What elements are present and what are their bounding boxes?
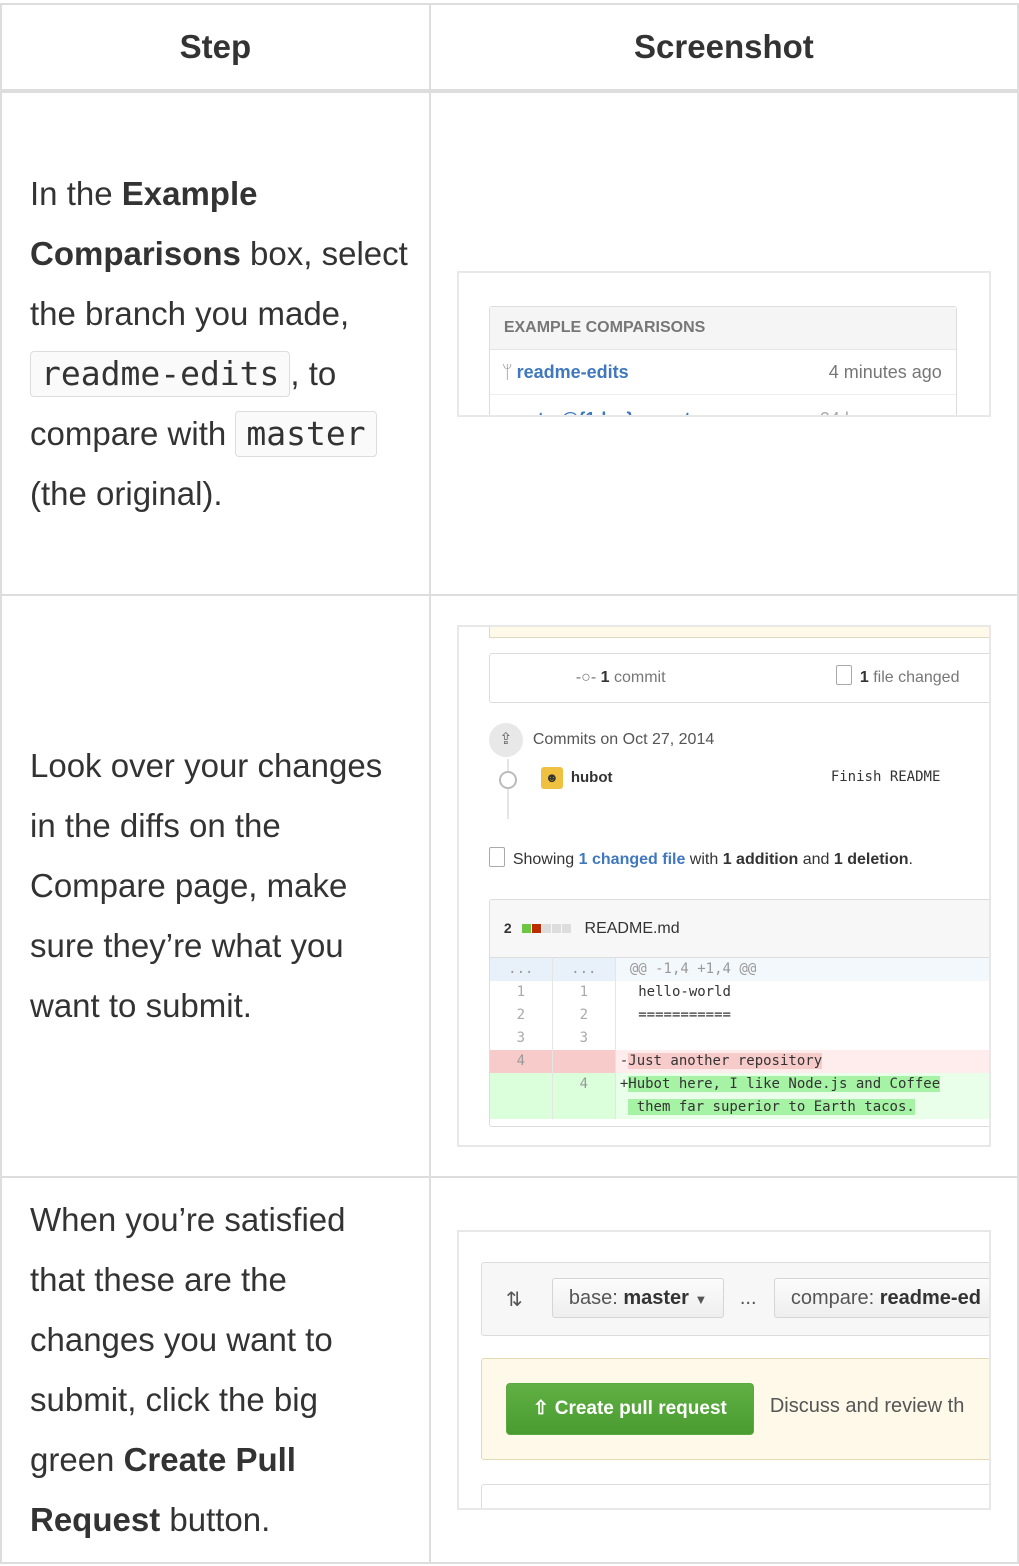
commits-on-heading: ⇪ Commits on Oct 27, 2014 [488, 723, 714, 757]
example-comparisons-header: EXAMPLE COMPARISONS [489, 306, 956, 350]
diff-line: 4 -Just another repository [489, 1050, 989, 1073]
diff-line: 4 +Hubot here, I like Node.js and Coffee [489, 1073, 989, 1096]
pull-request-cta: ⇧ Create pull request Discuss and review … [480, 1358, 989, 1460]
diff-code: @@ -1,4 +1,4 @@ [629, 961, 757, 977]
step-3-text: When you’re satisfied that these are the… [30, 1201, 346, 1538]
step-1-screenshot-cell: EXAMPLE COMPARISONS ᛘ readme-edits 4 minu… [428, 90, 1019, 596]
avatar[interactable]: ☻ [540, 767, 563, 789]
diff-code: -Just another repository [619, 1053, 823, 1069]
comparison-time: 4 minutes ago [828, 361, 942, 382]
comparison-row-readme-edits[interactable]: ᛘ readme-edits 4 minutes ago [489, 350, 956, 395]
pull-request-icon: ⇧ [532, 1398, 549, 1419]
diff-line: ...... @@ -1,4 +1,4 @@ [489, 958, 989, 981]
commit-message[interactable]: Finish README [831, 769, 941, 785]
file-diff-box: 2 README.md ...... @@ -1,4 +1,4 @@ 1 1 hell… [488, 899, 989, 1127]
step-1-cell: In the Example Comparisons box, select t… [0, 90, 431, 596]
comparison-row-master[interactable]: master@{1day}...master 24 hours ago [490, 395, 956, 415]
diff-line: 22 =========== [490, 1004, 989, 1027]
step-1-text: In the Example Comparisons box, select t… [30, 174, 408, 512]
comparison-time-2: 24 hours ago [820, 409, 925, 415]
compare-page-screenshot: -○- 1 commit 1 file changed ⇪ Commits on … [456, 625, 991, 1147]
line-number-new[interactable] [552, 1096, 616, 1119]
line-number-new[interactable] [552, 1050, 616, 1073]
file-icon [488, 847, 505, 867]
line-number-old[interactable] [489, 1073, 553, 1096]
diff-count: 2 [503, 920, 512, 936]
create-pull-request-button[interactable]: ⇧ Create pull request [505, 1383, 754, 1435]
commit-author[interactable]: hubot [571, 769, 613, 786]
diffstat-bar [522, 920, 572, 937]
compare-stats-bar: -○- 1 commit 1 file changed [488, 653, 989, 703]
file-name[interactable]: README.md [585, 920, 680, 937]
comparison-link-master[interactable]: master@{1day}...master [502, 409, 708, 415]
cta-description: Discuss and review th [769, 1395, 965, 1417]
range-editor: ⇅ base: master ▼ ... compare: readme-ed [480, 1262, 989, 1336]
base-branch-select[interactable]: base: master ▼ [551, 1278, 725, 1318]
line-number-new[interactable]: ... [552, 958, 616, 981]
line-number-old[interactable]: 2 [490, 1004, 553, 1027]
diff-line: 11 hello-world [490, 981, 989, 1004]
diff-lines: ...... @@ -1,4 +1,4 @@ 1 1 hello-world 2 2 ==… [489, 958, 989, 1119]
master-code: master [235, 410, 377, 457]
git-commit-icon: ⇪ [488, 723, 523, 757]
commit-dot-icon [498, 771, 517, 789]
diff-line: them far superior to Earth tacos. [489, 1096, 989, 1119]
branch-link[interactable]: readme-edits [517, 362, 629, 382]
commit-count-label: commit [613, 669, 666, 686]
step-2-cell: Look over your changes in the diffs on t… [0, 594, 431, 1178]
line-number-old[interactable]: 1 [490, 981, 553, 1004]
next-section-box [480, 1484, 989, 1508]
line-number-old[interactable]: 3 [490, 1027, 553, 1050]
range-dots: ... [739, 1287, 757, 1309]
files-changed-label: file changed [873, 669, 960, 686]
compare-arrows-icon: ⇅ [505, 1289, 523, 1311]
notice-strip [488, 627, 989, 638]
line-number-new[interactable]: 1 [553, 981, 616, 1004]
create-pr-screenshot: ⇅ base: master ▼ ... compare: readme-ed … [456, 1230, 991, 1510]
line-number-new[interactable]: 4 [552, 1073, 616, 1096]
file-diff-icon [835, 665, 852, 685]
compare-branch-select[interactable]: compare: readme-ed [773, 1278, 989, 1318]
steps-table: Step Screenshot In the Example Compariso… [0, 3, 1019, 1564]
step-3-cell: When you’re satisfied that these are the… [0, 1176, 431, 1564]
line-number-old[interactable] [489, 1096, 553, 1119]
example-comparisons-screenshot: EXAMPLE COMPARISONS ᛘ readme-edits 4 minu… [456, 270, 991, 417]
step-2-text: Look over your changes in the diffs on t… [30, 747, 383, 1024]
diff-code: +Hubot here, I like Node.js and Coffee [619, 1076, 941, 1092]
caret-down-icon: ▼ [694, 1292, 708, 1307]
header-step: Step [0, 3, 431, 93]
line-number-new[interactable]: 2 [553, 1004, 616, 1027]
step-2-screenshot-cell: -○- 1 commit 1 file changed ⇪ Commits on … [428, 594, 1019, 1178]
diff-line: 33 [490, 1027, 989, 1050]
diff-code: =========== [629, 1007, 731, 1023]
example-comparisons-box: EXAMPLE COMPARISONS ᛘ readme-edits 4 minu… [488, 305, 957, 415]
line-number-old[interactable]: ... [489, 958, 553, 981]
diff-code: hello-world [629, 984, 731, 1000]
file-header: 2 README.md [489, 900, 989, 958]
commit-row: ☻ hubot Finish README ··· [498, 765, 989, 793]
showing-summary: Showing 1 changed file with 1 addition a… [488, 847, 913, 869]
step-3-screenshot-cell: ⇅ base: master ▼ ... compare: readme-ed … [428, 1176, 1019, 1564]
line-number-old[interactable]: 4 [489, 1050, 553, 1073]
changed-file-link[interactable]: 1 changed file [579, 851, 686, 868]
commit-icon: -○- [575, 669, 597, 686]
diff-code: them far superior to Earth tacos. [628, 1099, 915, 1115]
branch-code: readme-edits [30, 350, 291, 397]
branch-icon: ᛘ [501, 361, 513, 382]
header-screenshot: Screenshot [428, 3, 1019, 93]
line-number-new[interactable]: 3 [553, 1027, 616, 1050]
